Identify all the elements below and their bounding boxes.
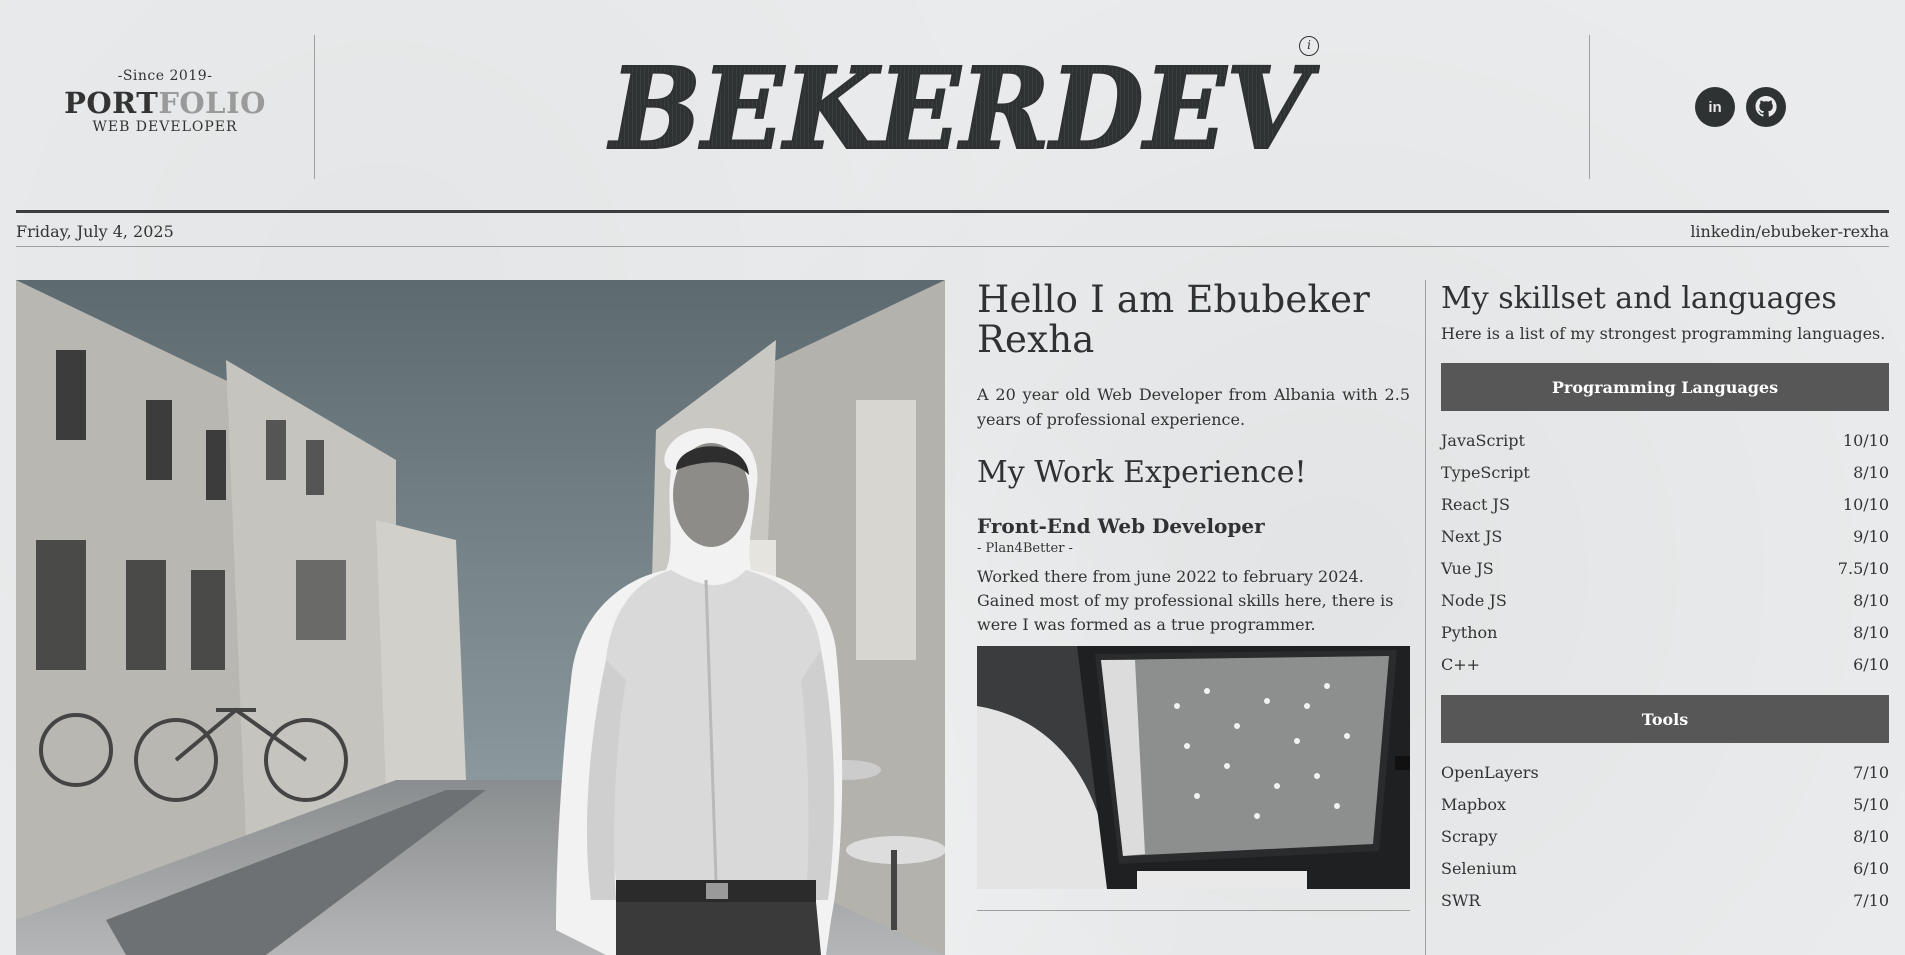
skill-row: Vue JS 7.5/10: [1441, 553, 1889, 585]
work-photo: [977, 646, 1410, 889]
wordmark-part-dark: PORT: [64, 86, 159, 120]
since-label: -Since 2019-: [117, 68, 213, 84]
skill-name: Vue JS: [1441, 559, 1494, 578]
skill-score: 8/10: [1853, 591, 1889, 610]
linkedin-link[interactable]: linkedin/ebubeker-rexha: [1690, 222, 1889, 241]
site-logo[interactable]: BEKERDEV: [600, 43, 1321, 176]
column-divider: [1425, 280, 1426, 955]
skill-score: 8/10: [1853, 623, 1889, 642]
skill-row: React JS 10/10: [1441, 489, 1889, 521]
skills-column: My skillset and languages Here is a list…: [1441, 280, 1889, 917]
skill-name: TypeScript: [1441, 463, 1530, 482]
skill-score: 9/10: [1853, 527, 1889, 546]
current-date: Friday, July 4, 2025: [16, 221, 174, 241]
tool-name: Scrapy: [1441, 827, 1498, 846]
skill-name: JavaScript: [1441, 431, 1525, 450]
about-column: Hello I am Ebubeker Rexha A 20 year old …: [977, 280, 1410, 911]
tool-name: SWR: [1441, 891, 1481, 910]
tool-name: OpenLayers: [1441, 763, 1539, 782]
tool-score: 5/10: [1853, 795, 1889, 814]
skill-row: Python 8/10: [1441, 617, 1889, 649]
job-description: Worked there from june 2022 to february …: [977, 567, 1394, 634]
section-divider: [977, 910, 1410, 911]
tool-row: Scrapy 8/10: [1441, 821, 1889, 853]
skill-name: Node JS: [1441, 591, 1507, 610]
date-bar: Friday, July 4, 2025 linkedin/ebubeker-r…: [16, 219, 1889, 243]
tool-score: 6/10: [1853, 859, 1889, 878]
skill-name: C++: [1441, 655, 1481, 674]
skill-score: 10/10: [1842, 495, 1889, 514]
skills-subtitle: Here is a list of my strongest programmi…: [1441, 324, 1886, 343]
intro-text: A 20 year old Web Developer from Albania…: [977, 385, 1410, 429]
company-name: - Plan4Better -: [977, 541, 1073, 556]
intro-title: Hello I am Ebubeker Rexha: [977, 278, 1371, 361]
skill-name: Next JS: [1441, 527, 1503, 546]
date-bar-rule: [16, 246, 1889, 247]
job-title: Front-End Web Developer: [977, 514, 1265, 538]
hero-photo: [16, 280, 945, 955]
experience-heading: My Work Experience!: [977, 455, 1307, 490]
portfolio-wordmark: PORTFOLIO: [60, 86, 270, 120]
header-divider-left: [314, 35, 315, 179]
tool-name: Selenium: [1441, 859, 1517, 878]
skills-heading: My skillset and languages: [1441, 281, 1837, 316]
info-icon[interactable]: i: [1299, 36, 1319, 56]
skill-score: 10/10: [1842, 431, 1889, 450]
skill-row: TypeScript 8/10: [1441, 457, 1889, 489]
skill-score: 6/10: [1853, 655, 1889, 674]
skill-row: Node JS 8/10: [1441, 585, 1889, 617]
skill-name: Python: [1441, 623, 1498, 642]
tool-score: 7/10: [1853, 891, 1889, 910]
skill-score: 8/10: [1853, 463, 1889, 482]
header-rule: [16, 210, 1889, 213]
tool-row: OpenLayers 7/10: [1441, 757, 1889, 789]
social-links: in: [1695, 87, 1786, 127]
programming-languages-header[interactable]: Programming Languages: [1441, 363, 1889, 411]
skill-row: C++ 6/10: [1441, 649, 1889, 681]
skill-name: React JS: [1441, 495, 1510, 514]
linkedin-glyph: in: [1708, 99, 1721, 116]
languages-list: JavaScript 10/10 TypeScript 8/10 React JS 1…: [1441, 425, 1889, 681]
skill-score: 7.5/10: [1837, 559, 1889, 578]
tool-score: 7/10: [1853, 763, 1889, 782]
role-label: WEB DEVELOPER: [92, 119, 238, 135]
tool-name: Mapbox: [1441, 795, 1507, 814]
tools-header[interactable]: Tools: [1441, 695, 1889, 743]
tool-row: Mapbox 5/10: [1441, 789, 1889, 821]
skill-row: JavaScript 10/10: [1441, 425, 1889, 457]
tool-row: Selenium 6/10: [1441, 853, 1889, 885]
linkedin-icon[interactable]: in: [1695, 87, 1735, 127]
blackletter-logo: BEKERDEV: [606, 43, 1321, 176]
skill-row: Next JS 9/10: [1441, 521, 1889, 553]
header-divider-right: [1589, 35, 1590, 179]
tool-row: SWR 7/10: [1441, 885, 1889, 917]
github-icon[interactable]: [1746, 87, 1786, 127]
tools-list: OpenLayers 7/10 Mapbox 5/10 Scrapy 8/10 Sel…: [1441, 757, 1889, 917]
site-header: -Since 2019- PORTFOLIO WEB DEVELOPER BEK…: [0, 0, 1905, 210]
logo-text: BEKERDEV: [607, 52, 1320, 162]
wordmark-part-light: FOLIO: [158, 86, 266, 120]
tool-score: 8/10: [1853, 827, 1889, 846]
brand-block[interactable]: -Since 2019- PORTFOLIO WEB DEVELOPER: [60, 68, 270, 135]
